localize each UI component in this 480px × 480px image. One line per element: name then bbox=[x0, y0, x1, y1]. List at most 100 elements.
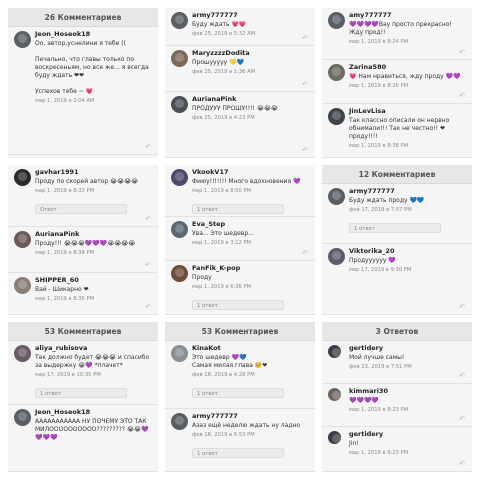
comment-timestamp: мар 1, 2019 в 8:34 PM bbox=[35, 250, 95, 256]
reply-arrow-icon[interactable]: ↶ bbox=[459, 48, 465, 56]
comment-username[interactable]: VkookV17 bbox=[192, 168, 309, 177]
avatar[interactable] bbox=[328, 12, 345, 29]
comment-item[interactable]: Zarina580 💗 Нам нравиться, жду проду 💜💜 … bbox=[322, 60, 472, 104]
comment-username[interactable]: MaryzzzzDodita bbox=[192, 49, 309, 58]
avatar[interactable] bbox=[14, 31, 31, 48]
replies-count-header: 3 Ответов bbox=[322, 322, 472, 341]
view-replies-button[interactable]: Ответ bbox=[35, 204, 127, 214]
comment-item[interactable]: aliya_rubisova Так должно будет 😭😭😭 и сп… bbox=[8, 341, 158, 405]
avatar[interactable] bbox=[171, 12, 188, 29]
comment-username[interactable]: Eva_Step bbox=[192, 220, 309, 229]
comment-item[interactable]: JinLevLisa Так классно описали он нервно… bbox=[322, 104, 472, 158]
reply-arrow-icon[interactable]: ↶ bbox=[302, 34, 308, 42]
avatar[interactable] bbox=[171, 169, 188, 186]
comment-username[interactable]: army777777 bbox=[192, 11, 309, 20]
reply-timestamp: фев 23, 2019 в 7:51 PM bbox=[349, 364, 412, 370]
comment-item[interactable]: SHIPPER_60 Вай - Шикарно ❤ мар 1, 2019 в… bbox=[8, 273, 158, 315]
reply-username[interactable]: gertidery bbox=[349, 430, 466, 439]
comments-panel-5: VkookV17 Фиюу!!!!!!! Много вдохновения 💜… bbox=[165, 165, 315, 315]
avatar[interactable] bbox=[328, 188, 345, 205]
avatar[interactable] bbox=[171, 413, 188, 430]
avatar[interactable] bbox=[328, 388, 341, 401]
avatar[interactable] bbox=[171, 345, 188, 362]
comment-username[interactable]: AurianaPink bbox=[192, 95, 309, 104]
comment-item[interactable]: MaryzzzzDodita Прошууууу 💛💙 фев 25, 2019… bbox=[165, 46, 315, 92]
avatar[interactable] bbox=[14, 277, 31, 294]
comment-username[interactable]: army777777 bbox=[349, 187, 466, 196]
view-replies-button[interactable]: 1 ответ bbox=[349, 223, 441, 233]
screenshot-collage: 26 Комментариев Jeon_Hoseok18 Оо, автор,… bbox=[0, 0, 480, 480]
avatar[interactable] bbox=[14, 345, 31, 362]
comments-count-header: 53 Комментариев bbox=[165, 322, 315, 341]
comment-username[interactable]: army777777 bbox=[192, 412, 309, 421]
comment-username[interactable]: KinaKot bbox=[192, 344, 309, 353]
comment-item[interactable]: KinaKot Это шедевр 💜💙 Самая милая глава … bbox=[165, 341, 315, 409]
comment-username[interactable]: AurianaPink bbox=[35, 230, 152, 239]
comment-item[interactable]: gavhar1991 Проду по скорей автор 😭😭😭😭 ма… bbox=[8, 165, 158, 227]
comment-item[interactable]: army777777 Буду ждать проду 💙💙 фев 17, 2… bbox=[322, 184, 472, 244]
comment-item[interactable]: army777777 Азаз ещё неделю ждать ну ладн… bbox=[165, 409, 315, 472]
avatar[interactable] bbox=[171, 265, 188, 282]
reply-text: Jin! bbox=[349, 440, 359, 447]
reply-item[interactable]: gertidery Jin! мар 1, 2019 в 9:23 PM ↶ bbox=[322, 427, 472, 472]
reply-item[interactable]: kimmari30 💜💜💜💜 мар 1, 2019 в 8:23 PM ↶ bbox=[322, 384, 472, 427]
avatar[interactable] bbox=[328, 64, 345, 81]
comment-username[interactable]: Zarina580 bbox=[349, 63, 466, 72]
reply-arrow-icon[interactable]: ↶ bbox=[145, 215, 151, 223]
reply-arrow-icon[interactable]: ↶ bbox=[459, 303, 465, 311]
comment-username[interactable]: JinLevLisa bbox=[349, 107, 466, 116]
comment-item[interactable]: Viktorika_20 Продуууууу 💜 мар 17, 2019 в… bbox=[322, 244, 472, 315]
comment-item[interactable]: army777777 Буду ждать 💗💗 фев 25, 2019 в … bbox=[165, 8, 315, 46]
reply-arrow-icon[interactable]: ↶ bbox=[145, 261, 151, 269]
comment-item[interactable]: Eva_Step Ува... Это шедевр... мар 1, 201… bbox=[165, 217, 315, 261]
comment-item[interactable]: Jeon_Hoseok18 ААААААААААА НУ ПОЧЕМУ ЭТО … bbox=[8, 405, 158, 472]
comment-item[interactable]: amy777777 💜💜💜💜Вау просто прекрасно! Жду … bbox=[322, 8, 472, 60]
avatar[interactable] bbox=[171, 96, 188, 113]
reply-arrow-icon[interactable]: ↶ bbox=[302, 146, 308, 154]
comment-username[interactable]: aliya_rubisova bbox=[35, 344, 152, 353]
avatar[interactable] bbox=[328, 248, 345, 265]
comment-item[interactable]: AurianaPink ПРОДУУУ ПРОШУ!!!! 😭😭😭 фев 25… bbox=[165, 92, 315, 158]
view-replies-button[interactable]: 1 ответ bbox=[192, 204, 284, 214]
comment-item[interactable]: AurianaPink Проду!!! 😭😭😭💜💜💜😭😭😭😭 мар 1, 2… bbox=[8, 227, 158, 273]
comment-username[interactable]: Jeon_Hoseok18 bbox=[35, 30, 152, 39]
avatar[interactable] bbox=[171, 50, 188, 67]
avatar[interactable] bbox=[14, 231, 31, 248]
reply-arrow-icon[interactable]: ↶ bbox=[302, 80, 308, 88]
avatar[interactable] bbox=[14, 409, 31, 426]
view-replies-button[interactable]: 1 ответ bbox=[35, 388, 127, 398]
reply-arrow-icon[interactable]: ↶ bbox=[145, 303, 151, 311]
comment-timestamp: мар 1, 2019 в 3:12 PM bbox=[192, 240, 252, 246]
comments-count-header: 53 Комментариев bbox=[8, 322, 158, 341]
comments-panel-3: amy777777 💜💜💜💜Вау просто прекрасно! Жду … bbox=[322, 8, 472, 158]
avatar[interactable] bbox=[171, 221, 188, 238]
avatar[interactable] bbox=[328, 345, 341, 358]
comment-item[interactable]: FanFik_K-pop Проду мар 1, 2019 в 6:36 PM… bbox=[165, 261, 315, 315]
reply-arrow-icon[interactable]: ↶ bbox=[459, 92, 465, 100]
comment-text: Прошууууу 💛💙 bbox=[192, 59, 245, 66]
reply-arrow-icon[interactable]: ↶ bbox=[302, 249, 308, 257]
comment-username[interactable]: Jeon_Hoseok18 bbox=[35, 408, 152, 417]
comment-timestamp: мар 1, 2019 в 8:50 PM bbox=[192, 188, 252, 194]
reply-username[interactable]: kimmari30 bbox=[349, 387, 466, 396]
comment-item[interactable]: VkookV17 Фиюу!!!!!!! Много вдохновения 💜… bbox=[165, 165, 315, 217]
comment-username[interactable]: Viktorika_20 bbox=[349, 247, 466, 256]
comment-username[interactable]: SHIPPER_60 bbox=[35, 276, 152, 285]
comment-text: Так классно описали он нервно обнимали!!… bbox=[349, 117, 450, 140]
avatar[interactable] bbox=[14, 169, 31, 186]
reply-arrow-icon[interactable]: ↶ bbox=[459, 460, 465, 468]
view-replies-button[interactable]: 1 ответ bbox=[192, 300, 284, 310]
avatar[interactable] bbox=[328, 431, 341, 444]
avatar[interactable] bbox=[328, 108, 345, 125]
view-replies-button[interactable]: 1 ответ bbox=[192, 388, 284, 398]
view-replies-button[interactable]: 1 ответ bbox=[192, 448, 284, 458]
reply-arrow-icon[interactable]: ↶ bbox=[459, 415, 465, 423]
comment-username[interactable]: gavhar1991 bbox=[35, 168, 152, 177]
comment-username[interactable]: amy777777 bbox=[349, 11, 466, 20]
reply-username[interactable]: gertidery bbox=[349, 344, 466, 353]
reply-item[interactable]: gertidery Мой лучше самы! фев 23, 2019 в… bbox=[322, 341, 472, 384]
reply-arrow-icon[interactable]: ↶ bbox=[145, 143, 151, 151]
reply-arrow-icon[interactable]: ↶ bbox=[459, 372, 465, 380]
comment-username[interactable]: FanFik_K-pop bbox=[192, 264, 309, 273]
comment-item[interactable]: Jeon_Hoseok18 Оо, автор,уснелини я тебе … bbox=[8, 27, 158, 155]
